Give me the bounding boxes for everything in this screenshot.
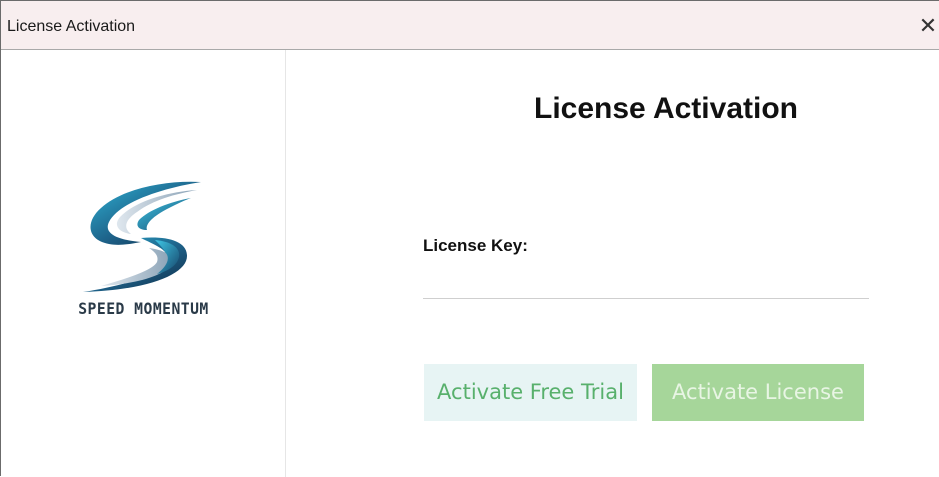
brand-name: SPEED MOMENTUM <box>78 299 209 318</box>
license-key-label: License Key: <box>423 236 528 255</box>
close-icon: ✕ <box>918 13 938 38</box>
title-bar: License Activation ✕ <box>1 1 939 50</box>
activate-license-button[interactable]: Activate License <box>652 364 864 421</box>
license-key-input[interactable] <box>423 263 869 299</box>
page-title: License Activation <box>534 92 798 125</box>
brand-panel: SPEED MOMENTUM <box>1 50 286 477</box>
license-activation-window: License Activation ✕ SPEED MOMENTUM Lice… <box>0 0 939 477</box>
swirl-s-logo-icon <box>79 178 205 296</box>
window-title: License Activation <box>7 18 136 35</box>
activate-free-trial-button[interactable]: Activate Free Trial <box>424 364 637 421</box>
close-button[interactable]: ✕ <box>917 11 939 41</box>
